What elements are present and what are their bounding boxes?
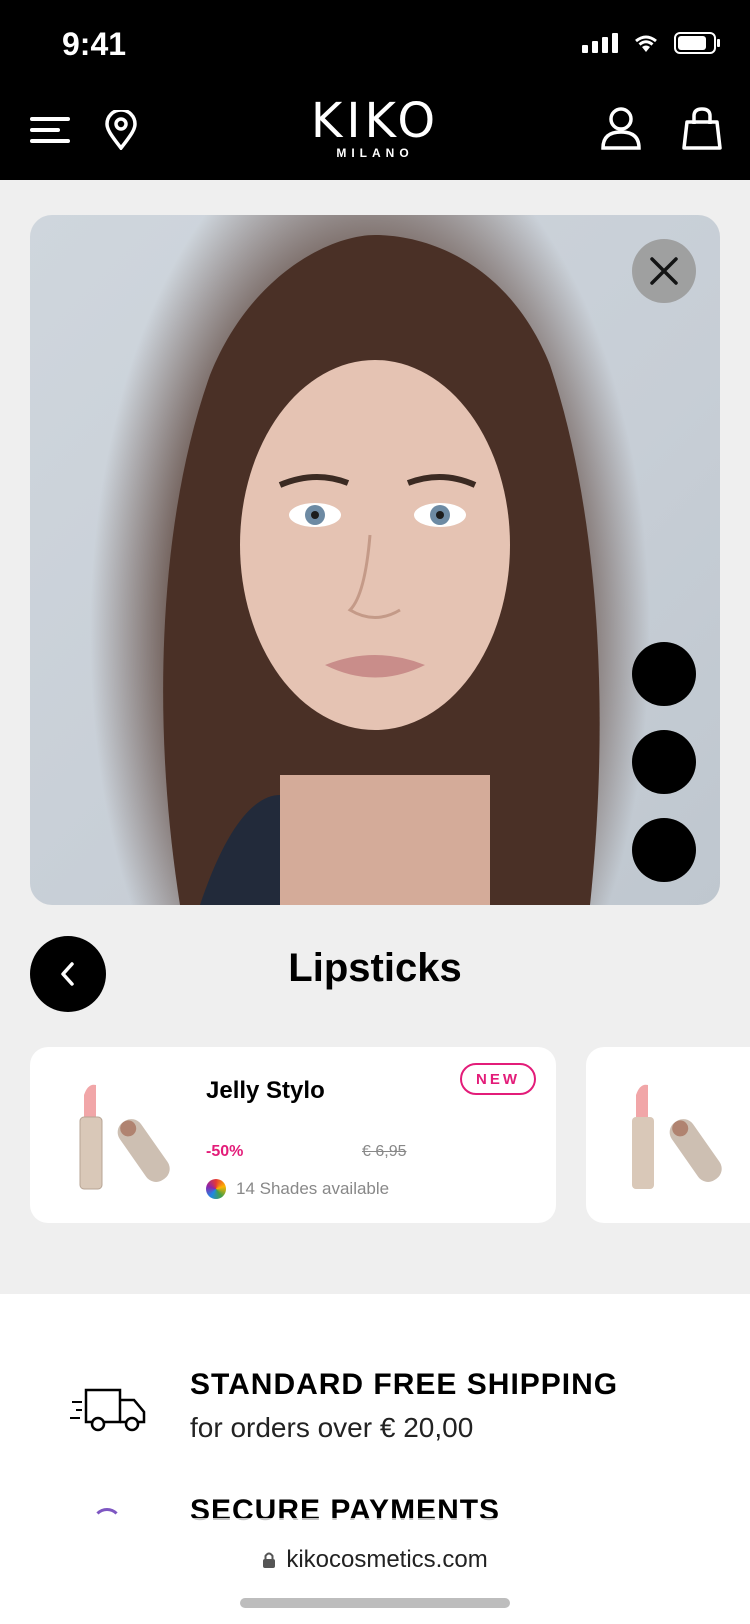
browser-address-bar[interactable]: kikocosmetics.com — [0, 1518, 750, 1624]
url-field[interactable]: kikocosmetics.com — [0, 1546, 750, 1574]
shades-label: 14 Shades available — [236, 1179, 390, 1198]
close-icon — [650, 257, 678, 285]
wifi-icon — [632, 32, 660, 54]
truck-icon — [70, 1388, 146, 1432]
cell-signal-icon — [582, 33, 618, 53]
portrait-illustration — [163, 235, 600, 905]
product-card-next[interactable] — [586, 1047, 750, 1223]
lock-icon — [263, 1552, 276, 1568]
product-thumbnail — [79, 1084, 170, 1190]
status-time: 9:41 — [62, 26, 127, 62]
new-badge: NEW — [460, 1063, 536, 1095]
status-icons — [582, 32, 722, 54]
shipping-title: STANDARD FREE SHIPPING — [190, 1368, 619, 1401]
user-icon[interactable] — [600, 106, 642, 155]
discount-label: -50% — [206, 1143, 244, 1160]
url-text: kikocosmetics.com — [286, 1546, 488, 1573]
header-right-actions — [600, 106, 722, 155]
top-header: 9:41 KIKO MILANO — [0, 0, 750, 180]
color-wheel-icon — [206, 1179, 226, 1199]
shade-swatch-button[interactable] — [632, 730, 696, 794]
shipping-subtitle: for orders over € 20,00 — [190, 1412, 474, 1443]
shade-swatch-button[interactable] — [632, 642, 696, 706]
shades-info: 14 Shades available — [206, 1179, 389, 1199]
virtual-try-on-photo — [30, 215, 720, 905]
home-indicator[interactable] — [240, 1598, 510, 1608]
shade-swatch-button[interactable] — [632, 818, 696, 882]
product-card[interactable]: Jelly Stylo NEW -50% € 6,95 14 Shades av… — [30, 1047, 556, 1223]
battery-icon — [674, 32, 722, 54]
shopping-bag-icon[interactable] — [682, 106, 722, 155]
section-title: Lipsticks — [288, 946, 462, 990]
close-button[interactable] — [632, 239, 696, 303]
product-name: Jelly Stylo — [206, 1077, 325, 1104]
old-price: € 6,95 — [362, 1143, 407, 1160]
product-thumbnail — [632, 1084, 722, 1189]
